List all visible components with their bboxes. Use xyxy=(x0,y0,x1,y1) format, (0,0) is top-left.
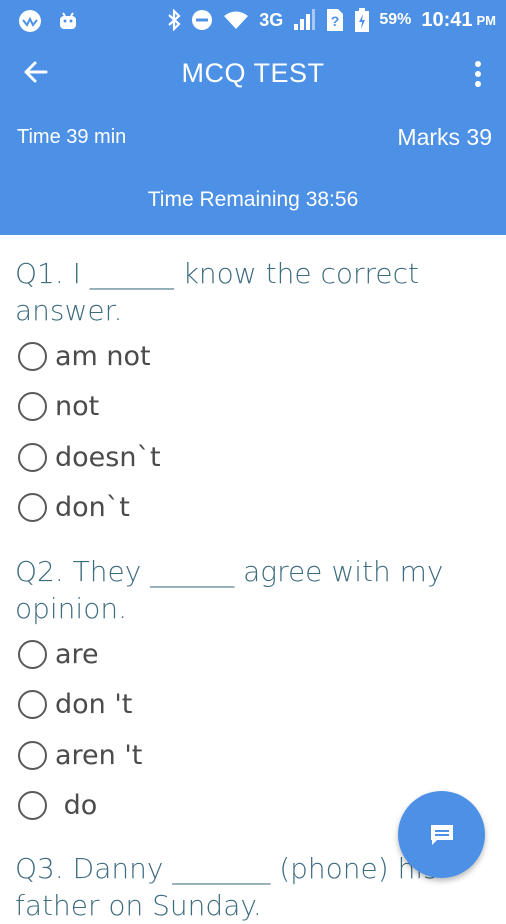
radio-button[interactable] xyxy=(18,392,47,422)
battery-icon xyxy=(355,8,370,32)
option-label: not xyxy=(55,391,100,423)
status-time: 10:41 xyxy=(421,8,473,31)
option-row[interactable]: doesn`t xyxy=(0,432,506,483)
status-ampm: PM xyxy=(476,12,497,28)
chat-fab-button[interactable] xyxy=(398,791,485,878)
option-label: doesn`t xyxy=(55,441,161,473)
svg-text:?: ? xyxy=(331,13,340,29)
time-remaining: Time Remaining 38:56 xyxy=(147,188,359,211)
question-1: Q1. I ______ know the correct answer. am… xyxy=(0,255,506,533)
option-label: do xyxy=(55,790,98,822)
wifi-icon xyxy=(224,11,249,29)
time-limit: Time 39 min xyxy=(17,126,127,148)
question-text: Q1. I ______ know the correct answer. xyxy=(15,257,419,327)
signal-icon xyxy=(294,9,316,30)
option-row[interactable]: aren 't xyxy=(0,730,506,781)
radio-button[interactable] xyxy=(18,639,47,669)
radio-button[interactable] xyxy=(18,341,47,371)
more-vert-icon[interactable] xyxy=(474,60,482,88)
option-label: aren 't xyxy=(55,739,143,771)
radio-button[interactable] xyxy=(18,493,47,523)
radio-button[interactable] xyxy=(18,740,47,770)
app-bar: MCQ TEST Time 39 min Marks 39 Time Remai… xyxy=(0,40,506,235)
question-2: Q2. They ______ agree with my opinion. a… xyxy=(0,553,506,831)
page-title: MCQ TEST xyxy=(181,58,325,88)
option-row[interactable]: don 't xyxy=(0,680,506,731)
radio-button[interactable] xyxy=(18,690,47,720)
dnd-icon xyxy=(192,10,213,30)
option-label: don 't xyxy=(55,689,133,721)
android-icon xyxy=(60,12,76,29)
marks-total: Marks 39 xyxy=(397,124,492,150)
app-icon xyxy=(19,10,41,32)
radio-button[interactable] xyxy=(18,442,47,472)
option-label: are xyxy=(55,638,99,670)
battery-level: 59% xyxy=(379,11,412,28)
chat-icon xyxy=(430,824,453,845)
option-row[interactable]: don`t xyxy=(0,483,506,534)
no-sim-icon: ? xyxy=(327,9,344,31)
option-label: don`t xyxy=(55,492,130,524)
radio-button[interactable] xyxy=(18,791,47,821)
option-label: am not xyxy=(55,340,151,372)
option-row[interactable]: am not xyxy=(0,331,506,382)
network-type: 3G xyxy=(259,9,284,30)
option-row[interactable]: are xyxy=(0,629,506,680)
question-text: Q2. They ______ agree with my opinion. xyxy=(15,555,444,625)
status-bar: 3G ? 59% 10:41 PM xyxy=(0,0,506,40)
option-row[interactable]: not xyxy=(0,382,506,433)
bluetooth-icon xyxy=(168,9,181,31)
